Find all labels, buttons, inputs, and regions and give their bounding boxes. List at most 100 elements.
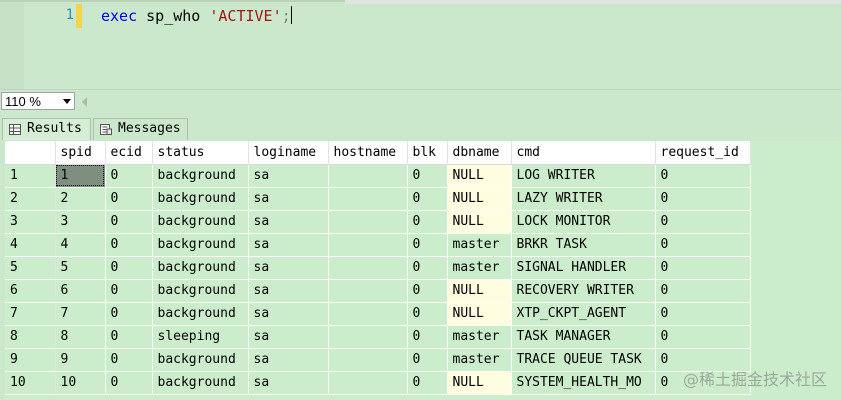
column-header-hostname[interactable]: hostname: [328, 141, 408, 165]
cell-status[interactable]: background: [152, 210, 249, 234]
code-line[interactable]: exec sp_who 'ACTIVE';: [101, 6, 292, 25]
cell-hostname[interactable]: [328, 348, 408, 372]
cell-blk[interactable]: 0: [407, 187, 448, 211]
cell-hostname[interactable]: [328, 302, 408, 326]
cell-dbname[interactable]: master: [447, 325, 512, 349]
cell-cmd[interactable]: BRKR TASK: [511, 233, 656, 257]
row-number-cell[interactable]: 4: [5, 233, 56, 257]
table-row[interactable]: 5 5 0 background sa 0 master SIGNAL HANDLER 0: [5, 256, 751, 280]
cell-blk[interactable]: 0: [407, 233, 448, 257]
tab-results[interactable]: Results: [2, 118, 91, 140]
cell-loginame[interactable]: sa: [248, 371, 329, 395]
row-number-cell[interactable]: 1: [5, 164, 56, 188]
cell-cmd[interactable]: TASK MANAGER: [511, 325, 656, 349]
cell-request-id[interactable]: 0: [655, 187, 751, 211]
cell-spid[interactable]: 5: [55, 256, 106, 280]
cell-loginame[interactable]: sa: [248, 187, 329, 211]
cell-spid[interactable]: 2: [55, 187, 106, 211]
row-number-cell[interactable]: 7: [5, 302, 56, 326]
cell-spid[interactable]: 3: [55, 210, 106, 234]
cell-hostname[interactable]: [328, 279, 408, 303]
cell-cmd[interactable]: SYSTEM_HEALTH_MO: [511, 371, 656, 395]
cell-blk[interactable]: 0: [407, 302, 448, 326]
column-header-loginame[interactable]: loginame: [248, 141, 329, 165]
cell-cmd[interactable]: LAZY WRITER: [511, 187, 656, 211]
cell-loginame[interactable]: sa: [248, 279, 329, 303]
zoom-dropdown[interactable]: 110 %: [1, 92, 75, 110]
cell-status[interactable]: background: [152, 348, 249, 372]
cell-loginame[interactable]: sa: [248, 164, 329, 188]
cell-cmd[interactable]: LOG WRITER: [511, 164, 656, 188]
cell-blk[interactable]: 0: [407, 256, 448, 280]
row-number-cell[interactable]: 5: [5, 256, 56, 280]
cell-ecid[interactable]: 0: [105, 210, 153, 234]
cell-dbname[interactable]: master: [447, 348, 512, 372]
cell-spid[interactable]: 10: [55, 371, 106, 395]
cell-request-id[interactable]: 0: [655, 256, 751, 280]
column-header-spid[interactable]: spid: [55, 141, 106, 165]
cell-ecid[interactable]: 0: [105, 302, 153, 326]
cell-blk[interactable]: 0: [407, 210, 448, 234]
cell-spid[interactable]: 7: [55, 302, 106, 326]
row-number-cell[interactable]: 2: [5, 187, 56, 211]
cell-status[interactable]: background: [152, 279, 249, 303]
cell-request-id[interactable]: 0: [655, 302, 751, 326]
cell-dbname[interactable]: NULL: [447, 279, 512, 303]
table-row[interactable]: 8 8 0 sleeping sa 0 master TASK MANAGER 0: [5, 325, 751, 349]
corner-header-cell[interactable]: [5, 141, 56, 165]
table-row[interactable]: 6 6 0 background sa 0 NULL RECOVERY WRITER 0: [5, 279, 751, 303]
cell-loginame[interactable]: sa: [248, 233, 329, 257]
cell-dbname[interactable]: master: [447, 233, 512, 257]
table-row[interactable]: 4 4 0 background sa 0 master BRKR TASK 0: [5, 233, 751, 257]
cell-cmd[interactable]: XTP_CKPT_AGENT: [511, 302, 656, 326]
cell-ecid[interactable]: 0: [105, 233, 153, 257]
cell-request-id[interactable]: 0: [655, 210, 751, 234]
table-row[interactable]: 7 7 0 background sa 0 NULL XTP_CKPT_AGENT 0: [5, 302, 751, 326]
cell-spid[interactable]: 8: [55, 325, 106, 349]
cell-spid[interactable]: 6: [55, 279, 106, 303]
row-number-cell[interactable]: 6: [5, 279, 56, 303]
cell-loginame[interactable]: sa: [248, 325, 329, 349]
table-row[interactable]: 10 10 0 background sa 0 NULL SYSTEM_HEALTH_MO 0: [5, 371, 751, 395]
cell-spid[interactable]: 4: [55, 233, 106, 257]
cell-dbname[interactable]: NULL: [447, 302, 512, 326]
cell-status[interactable]: background: [152, 164, 249, 188]
cell-hostname[interactable]: [328, 164, 408, 188]
column-header-status[interactable]: status: [152, 141, 249, 165]
cell-request-id[interactable]: 0: [655, 233, 751, 257]
cell-dbname[interactable]: NULL: [447, 187, 512, 211]
cell-hostname[interactable]: [328, 210, 408, 234]
cell-status[interactable]: background: [152, 371, 249, 395]
cell-hostname[interactable]: [328, 256, 408, 280]
cell-ecid[interactable]: 0: [105, 164, 153, 188]
cell-status[interactable]: sleeping: [152, 325, 249, 349]
cell-hostname[interactable]: [328, 187, 408, 211]
cell-spid[interactable]: 9: [55, 348, 106, 372]
table-row[interactable]: 3 3 0 background sa 0 NULL LOCK MONITOR 0: [5, 210, 751, 234]
cell-cmd[interactable]: TRACE QUEUE TASK: [511, 348, 656, 372]
table-row[interactable]: 9 9 0 background sa 0 master TRACE QUEUE TASK 0: [5, 348, 751, 372]
column-header-ecid[interactable]: ecid: [105, 141, 153, 165]
cell-status[interactable]: background: [152, 233, 249, 257]
cell-loginame[interactable]: sa: [248, 302, 329, 326]
cell-blk[interactable]: 0: [407, 325, 448, 349]
tab-messages[interactable]: Messages: [93, 118, 188, 140]
column-header-dbname[interactable]: dbname: [447, 141, 512, 165]
cell-blk[interactable]: 0: [407, 348, 448, 372]
scroll-left-arrow-icon[interactable]: [82, 97, 87, 107]
cell-status[interactable]: background: [152, 256, 249, 280]
cell-ecid[interactable]: 0: [105, 279, 153, 303]
table-row[interactable]: 2 2 0 background sa 0 NULL LAZY WRITER 0: [5, 187, 751, 211]
cell-hostname[interactable]: [328, 233, 408, 257]
cell-blk[interactable]: 0: [407, 371, 448, 395]
cell-ecid[interactable]: 0: [105, 256, 153, 280]
cell-cmd[interactable]: RECOVERY WRITER: [511, 279, 656, 303]
row-number-cell[interactable]: 9: [5, 348, 56, 372]
cell-cmd[interactable]: LOCK MONITOR: [511, 210, 656, 234]
cell-dbname[interactable]: NULL: [447, 164, 512, 188]
cell-blk[interactable]: 0: [407, 279, 448, 303]
cell-blk[interactable]: 0: [407, 164, 448, 188]
table-row[interactable]: 1 1 0 background sa 0 NULL LOG WRITER 0: [5, 164, 751, 188]
cell-dbname[interactable]: NULL: [447, 371, 512, 395]
query-editor[interactable]: 1 exec sp_who 'ACTIVE';: [0, 0, 841, 90]
